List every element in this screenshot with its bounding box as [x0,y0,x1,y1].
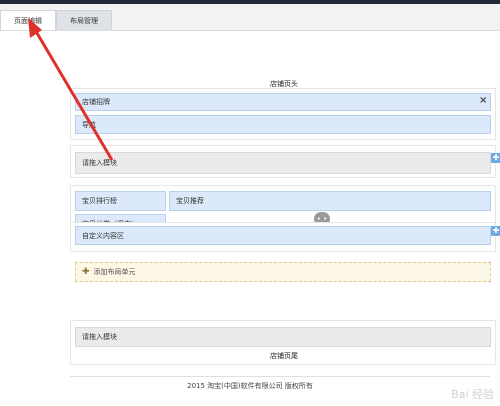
annotation-arrow-icon [28,18,114,161]
